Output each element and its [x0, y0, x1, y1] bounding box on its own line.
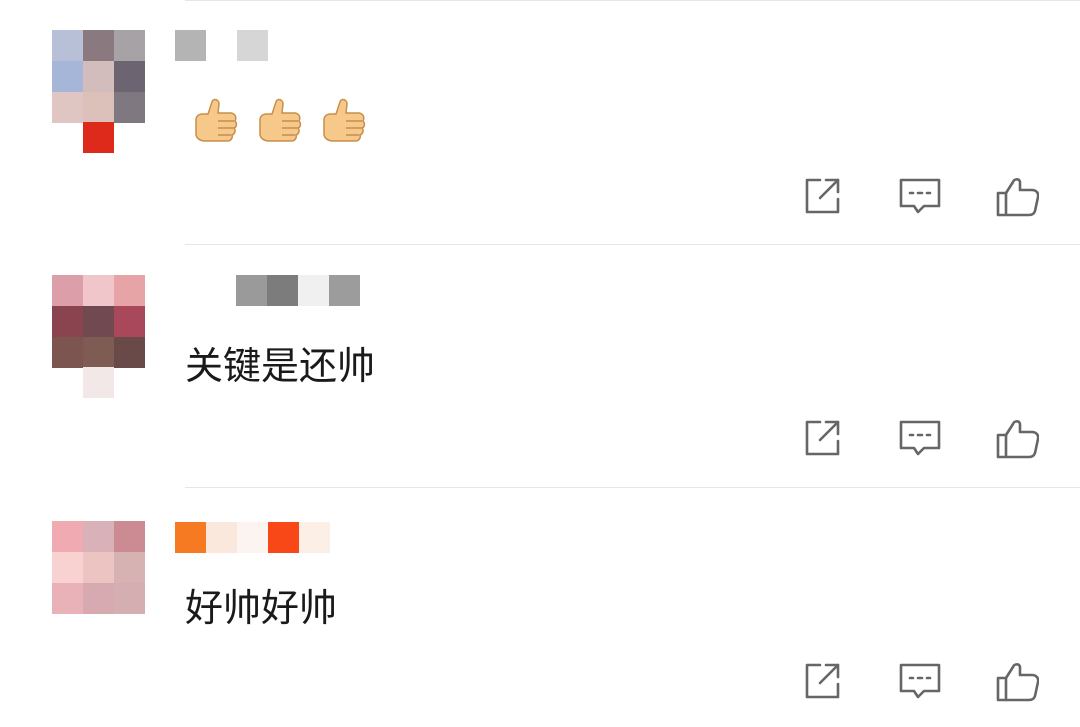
reply-comment-icon[interactable]	[898, 416, 942, 460]
like-icon[interactable]	[995, 659, 1039, 703]
comment-item: 好帅好帅	[0, 487, 1080, 727]
comment-actions	[800, 174, 1045, 220]
comment-text: 好帅好帅	[185, 586, 338, 630]
thumbs-up-emoji	[195, 98, 238, 142]
like-icon[interactable]	[995, 174, 1039, 218]
avatar[interactable]	[52, 521, 145, 614]
thumbs-up-emoji	[323, 98, 366, 142]
reply-comment-icon[interactable]	[898, 659, 942, 703]
like-icon[interactable]	[995, 416, 1039, 460]
comment-emoji-content	[190, 94, 368, 146]
share-icon[interactable]	[800, 659, 844, 703]
thumbs-up-emoji	[259, 98, 302, 142]
avatar[interactable]	[52, 30, 145, 153]
username-blurred[interactable]	[236, 275, 360, 306]
comment-actions	[800, 416, 1045, 462]
share-icon[interactable]	[800, 416, 844, 460]
comment-actions	[800, 659, 1045, 705]
comment-item: 关键是还帅	[0, 244, 1080, 488]
avatar[interactable]	[52, 275, 145, 398]
comment-item	[0, 0, 1080, 244]
username-blurred[interactable]	[175, 30, 268, 61]
reply-comment-icon[interactable]	[898, 174, 942, 218]
comment-text: 关键是还帅	[185, 344, 376, 388]
username-blurred[interactable]	[175, 522, 330, 553]
share-icon[interactable]	[800, 174, 844, 218]
